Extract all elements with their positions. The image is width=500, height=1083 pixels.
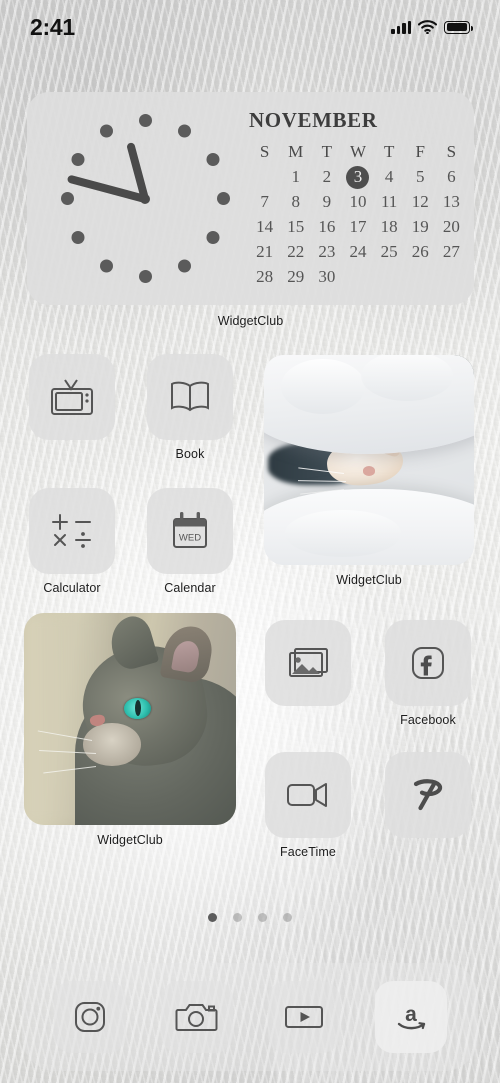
widget-label-tabby-cat: WidgetClub [97,833,163,847]
instagram-icon [74,1002,105,1032]
page-dot-3[interactable] [258,913,267,922]
status-bar: 2:41 [0,0,500,54]
calendar-day[interactable]: 30 [311,265,342,289]
photos-icon [265,620,351,706]
app-label-facebook: Facebook [400,713,456,727]
app-calendar[interactable]: WED Calendar [147,488,233,595]
amazon-a-icon: a [397,1003,425,1030]
dock-app-amazon[interactable]: a [374,981,447,1053]
calendar-day[interactable]: 22 [280,240,311,264]
sleeping-cat-photo [264,355,474,565]
calendar-weekday-0: S [259,142,270,161]
calendar-weekday-6: S [446,142,457,161]
calendar-day[interactable]: 19 [405,215,436,239]
app-label-calendar: Calendar [164,581,216,595]
wifi-icon [418,20,437,34]
play-rectangle-icon [284,1006,323,1028]
calendar-weekday-3: W [349,142,367,161]
calendar-day[interactable]: 24 [342,240,373,264]
svg-text:a: a [405,1003,417,1026]
calculator-icon [29,488,115,574]
app-tv[interactable] [29,354,115,447]
calendar-day[interactable]: 6 [436,165,467,189]
calendar-weekday-1: M [288,142,304,161]
calendar-day[interactable]: 21 [249,240,280,264]
page-dot-2[interactable] [233,913,242,922]
calendar-day[interactable]: 16 [311,215,342,239]
calendar-day[interactable]: 26 [405,240,436,264]
book-icon [147,354,233,440]
calendar-day[interactable]: 15 [280,215,311,239]
calendar-day[interactable]: 20 [436,215,467,239]
camera-icon [175,1004,217,1031]
app-label-calculator: Calculator [43,581,101,595]
paypay-p-icon [385,752,471,838]
tabby-cat-photo [24,613,236,825]
calendar-day[interactable]: 5 [405,165,436,189]
clock-calendar-widget-label: WidgetClub [217,314,284,328]
clock-calendar-widget[interactable]: NOVEMBER SMTWTFS012345678910111213141516… [27,92,474,305]
calendar-month-title: NOVEMBER [249,108,378,132]
facebook-icon [385,620,471,706]
calendar-day[interactable]: 11 [374,190,405,214]
calendar-day-today[interactable]: 3 [342,165,373,189]
calendar-weekday-5: F [415,142,425,161]
page-dot-1[interactable] [208,913,217,922]
app-label-facetime: FaceTime [280,845,336,859]
calendar-day[interactable]: 18 [374,215,405,239]
cellular-bars-icon [391,20,411,34]
page-indicator-dots[interactable] [0,913,500,922]
calendar-day[interactable]: 28 [249,265,280,289]
calendar-day[interactable]: 25 [374,240,405,264]
app-book[interactable]: Book [147,354,233,461]
facetime-icon [265,752,351,838]
calendar-weekday-2: T [321,142,333,161]
calendar-day[interactable]: 4 [374,165,405,189]
battery-full-icon [444,20,473,34]
calendar-day[interactable]: 7 [249,190,280,214]
dock-app-camera[interactable] [160,981,233,1053]
widget-sleeping-cat[interactable]: WidgetClub [264,355,474,587]
app-label-book: Book [175,447,205,461]
calendar-day[interactable]: 17 [342,215,373,239]
calendar-day[interactable]: 12 [405,190,436,214]
calendar-day[interactable]: 8 [280,190,311,214]
clock-center-pivot [140,193,150,204]
status-bar-indicators [391,20,473,34]
calendar-grid: SMTWTFS012345678910111213141516171819202… [249,140,467,289]
app-facetime[interactable]: FaceTime [265,752,351,859]
calendar-day[interactable]: 14 [249,215,280,239]
app-photos[interactable] [265,620,351,713]
page-dot-4[interactable] [283,913,292,922]
app-facebook[interactable]: Facebook [385,620,471,727]
clock-minute-hand [66,173,147,203]
calendar-weekday-4: T [383,142,395,161]
calendar-day[interactable]: 13 [436,190,467,214]
calendar-day[interactable]: 29 [280,265,311,289]
calendar-icon-text: WED [179,533,201,544]
calendar-icon: WED [147,488,233,574]
calendar-widget-body: NOVEMBER SMTWTFS012345678910111213141516… [249,108,467,289]
calendar-day[interactable]: 9 [311,190,342,214]
calendar-day[interactable]: 2 [311,165,342,189]
dock: a [22,963,478,1071]
calendar-day[interactable]: 23 [311,240,342,264]
app-calculator[interactable]: Calculator [29,488,115,595]
calendar-day[interactable]: 10 [342,190,373,214]
widget-tabby-cat[interactable]: WidgetClub [24,613,236,847]
widget-label-sleeping-cat: WidgetClub [336,573,402,587]
calendar-day[interactable]: 1 [280,165,311,189]
analog-clock [45,106,245,291]
calendar-day[interactable]: 27 [436,240,467,264]
tv-icon [29,354,115,440]
status-bar-time: 2:41 [30,13,75,40]
dock-app-youtube[interactable] [267,981,340,1053]
dock-app-instagram[interactable] [53,981,126,1053]
app-paypay[interactable] [385,752,471,845]
